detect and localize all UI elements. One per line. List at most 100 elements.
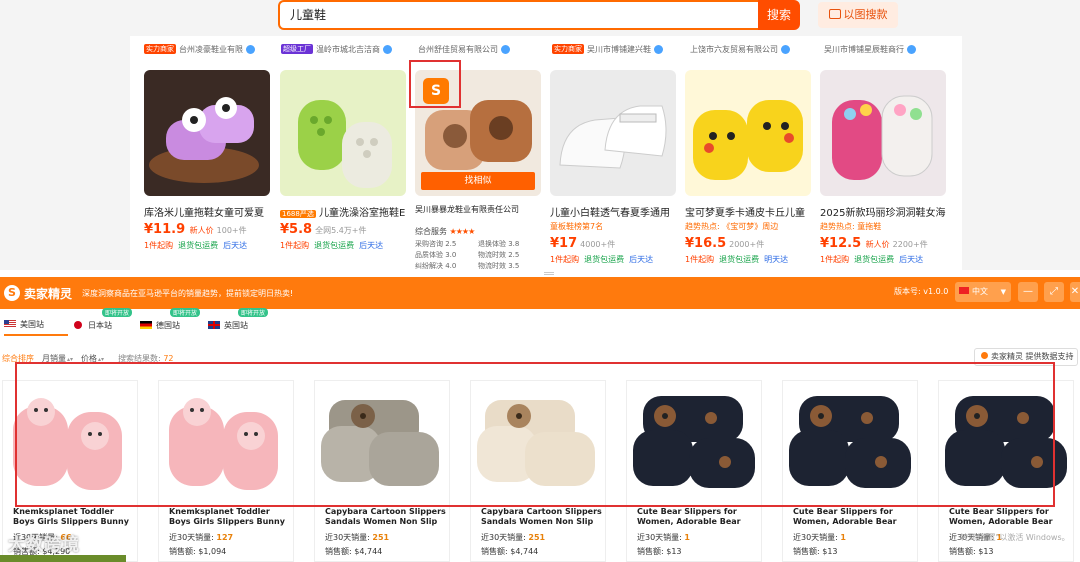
product-image[interactable] <box>820 70 946 196</box>
seller-line[interactable]: 上饶市六友贸易有限公司 <box>690 42 790 56</box>
expand-button[interactable]: ⤢ <box>1044 282 1064 302</box>
product-title[interactable]: 儿童小白鞋透气春夏季通用 <box>550 204 676 218</box>
site-label: 美国站 <box>20 319 44 329</box>
revenue-label: 销售额: <box>169 547 196 556</box>
product-title[interactable]: Cute Bear Slippers for Women, Adorable B… <box>793 507 917 527</box>
product-image[interactable] <box>685 70 811 196</box>
version-label: 版本号: v1.0.0 <box>894 287 949 296</box>
tag-min-order: 1件起购 <box>820 255 850 264</box>
revenue-label: 销售额: <box>949 547 976 556</box>
verified-icon <box>654 44 663 54</box>
search-input[interactable]: 儿童鞋 <box>278 0 758 30</box>
product-title[interactable]: 库洛米儿童拖鞋女童可爱夏 <box>144 204 270 218</box>
seller-line[interactable]: 实力商家 吴川市博铺建兴鞋 <box>552 42 663 56</box>
product-image[interactable] <box>550 70 676 196</box>
drag-handle-icon[interactable] <box>544 272 554 275</box>
sold-count: 2000+件 <box>729 240 765 249</box>
seller-name: 台州凌豪鞋业有限 <box>179 44 243 54</box>
sold-count: 2200+件 <box>892 240 928 249</box>
sales-value: 1 <box>840 533 846 542</box>
tag-min-order: 1件起购 <box>550 255 580 264</box>
tab-jp-site[interactable]: 日本站 即将开放 <box>72 308 136 336</box>
marketplace-tabs: 美国站 日本站 即将开放 德国站 即将开放 英国站 即将开放 <box>0 308 272 336</box>
seller-line[interactable]: 台州舒佳贸易有限公司 <box>418 42 510 56</box>
product-title[interactable]: Capybara Cartoon Slippers Sandals Women … <box>325 507 449 527</box>
seller-line[interactable]: 吴川市博铺星辰鞋商行 <box>824 42 916 56</box>
seller-company[interactable]: 吴川暴暴龙鞋业有限责任公司 <box>415 204 541 218</box>
sales-label: 近30天销量: <box>793 533 838 542</box>
product-image[interactable] <box>280 70 406 196</box>
service-tags: 1件起购 退货包运费 后天达 <box>820 254 946 265</box>
sales-30d: 近30天销量: 251 <box>481 532 605 543</box>
product-title[interactable]: 1688严选 儿童洗澡浴室拖鞋E <box>280 204 406 218</box>
price-note: 新人价 <box>865 240 890 249</box>
product-card[interactable]: 儿童小白鞋透气春夏季通用 童板鞋榜第7名 ¥17 4000+件 1件起购 退货包运费… <box>550 70 676 265</box>
product-card[interactable]: 2025新款玛丽珍洞洞鞋女海 趋势热点: 童拖鞋 ¥12.5 新人价 2200+件… <box>820 70 946 265</box>
marketplace-page: 儿童鞋 搜索 以图搜款 实力商家 台州凌豪鞋业有限 超级工厂 温岭市城北吉洁商 台州… <box>0 0 1080 270</box>
product-title[interactable]: Knemksplanet Toddler Boys Girls Slippers… <box>169 507 293 527</box>
tag-return: 退货包运费 <box>719 255 760 264</box>
support-text: 卖家精灵 提供数据支持 <box>991 352 1074 361</box>
strict-select-badge: 1688严选 <box>280 210 316 218</box>
image-search-label: 以图搜款 <box>843 8 888 21</box>
search-button[interactable]: 搜索 <box>758 0 800 30</box>
windows-activation-notice: 转到"设置"以激活 Windows。 <box>960 533 1070 542</box>
find-similar-button[interactable]: 找相似 <box>421 172 535 190</box>
verified-icon <box>383 44 392 54</box>
service-tags: 1件起购 退货包运费 后天达 <box>280 240 406 251</box>
sales-30d: 近30天销量: 127 <box>169 532 293 543</box>
product-title[interactable]: Knemksplanet Toddler Boys Girls Slippers… <box>13 507 137 527</box>
seller-line[interactable]: 超级工厂 温岭市城北吉洁商 <box>281 42 392 56</box>
tag-delivery: 后天达 <box>359 241 384 250</box>
rating-details: 采购咨询 2.5 退换体验 3.8 品质体验 3.0 物流时效 2.5 纠纷解决… <box>415 239 541 270</box>
minimize-button[interactable]: — <box>1018 282 1038 302</box>
tab-de-site[interactable]: 德国站 即将开放 <box>140 308 204 336</box>
tab-uk-site[interactable]: 英国站 即将开放 <box>208 308 272 336</box>
sales-value: 127 <box>216 533 234 542</box>
plugin-header: S 卖家精灵 深度洞察商品在亚马逊平台的销量趋势，提前锁定明日热卖! 版本号: v… <box>0 277 1080 309</box>
verified-icon <box>501 44 510 54</box>
close-button[interactable]: ✕ <box>1070 282 1080 302</box>
seller-name: 温岭市城北吉洁商 <box>316 44 380 54</box>
sales-30d: 近30天销量: 251 <box>325 532 449 543</box>
price-note: 新人价 <box>189 226 214 235</box>
seller-line[interactable]: 实力商家 台州凌豪鞋业有限 <box>144 42 255 56</box>
service-tags: 1件起购 退货包运费 后天达 <box>144 240 270 251</box>
rating-item: 退换体验 3.8 <box>478 240 520 248</box>
seller-badge: 实力商家 <box>144 44 176 54</box>
tag-return: 退货包运费 <box>178 241 219 250</box>
rating-item: 物流时效 2.5 <box>478 251 520 259</box>
product-card[interactable]: 库洛米儿童拖鞋女童可爱夏 ¥11.9 新人价 100+件 1件起购 退货包运费 后天达 <box>144 70 270 251</box>
plugin-brand: S 卖家精灵 <box>4 285 72 302</box>
product-image[interactable] <box>144 70 270 196</box>
camera-icon <box>828 9 841 19</box>
language-select[interactable]: 中文 ▼ <box>955 282 1011 302</box>
revenue: 销售额: $4,744 <box>325 546 449 557</box>
price-value: ¥12.5 <box>820 236 862 251</box>
product-title[interactable]: Cute Bear Slippers for Women, Adorable B… <box>637 507 761 527</box>
revenue: 销售额: $13 <box>949 546 1073 557</box>
japan-flag-icon <box>74 321 82 329</box>
rating-item: 采购咨询 2.5 <box>415 240 457 248</box>
sales-value: 1 <box>684 533 690 542</box>
revenue-label: 销售额: <box>793 547 820 556</box>
revenue: 销售额: $1,094 <box>169 546 293 557</box>
product-title[interactable]: Cute Bear Slippers for Women, Adorable B… <box>949 507 1073 527</box>
sales-label: 近30天销量: <box>169 533 214 542</box>
taskbar-fragment <box>0 555 126 562</box>
product-title[interactable]: Capybara Cartoon Slippers Sandals Women … <box>481 507 605 527</box>
revenue-value: $13 <box>978 547 994 556</box>
revenue-label: 销售额: <box>325 547 352 556</box>
seller-badge: 超级工厂 <box>281 44 313 54</box>
product-card[interactable]: 宝可梦夏季卡通皮卡丘儿童 趋势热点: 《宝可梦》周边 ¥16.5 2000+件 1… <box>685 70 811 265</box>
revenue: 销售额: $13 <box>637 546 761 557</box>
tab-us-site[interactable]: 美国站 <box>4 314 68 336</box>
product-card[interactable]: 1688严选 儿童洗澡浴室拖鞋E ¥5.8 全网5.4万+件 1件起购 退货包运费后… <box>280 70 406 251</box>
image-search-button[interactable]: 以图搜款 <box>818 2 898 28</box>
trend-note: 趋势热点: 《宝可梦》周边 <box>685 222 779 231</box>
product-title[interactable]: 2025新款玛丽珍洞洞鞋女海 <box>820 204 946 218</box>
revenue-value: $4,744 <box>510 547 539 556</box>
product-title[interactable]: 宝可梦夏季卡通皮卡丘儿童 <box>685 204 811 218</box>
sold-count: 4000+件 <box>580 240 616 249</box>
price-value: ¥16.5 <box>685 236 727 251</box>
